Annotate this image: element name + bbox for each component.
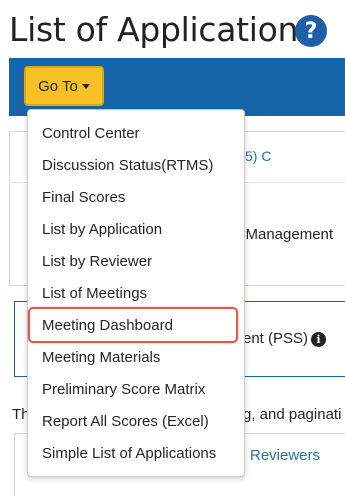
menu-item-list-of-meetings[interactable]: List of Meetings [42,284,147,304]
menu-item-discussion-status[interactable]: Discussion Status(RTMS) [42,156,213,176]
pss-text: ent (PSS) [243,330,309,347]
instruction-text-end: g, and paginati [243,406,342,423]
menu-item-report-all-scores[interactable]: Report All Scores (Excel) [42,412,209,432]
goto-button[interactable]: Go To [24,66,104,106]
menu-item-preliminary-score-matrix[interactable]: Preliminary Score Matrix [42,380,205,400]
help-icon[interactable]: ? [295,15,327,47]
menu-item-list-by-reviewer[interactable]: List by Reviewer [42,252,152,272]
reviewers-link[interactable]: Reviewers [250,447,320,464]
menu-item-meeting-materials[interactable]: Meeting Materials [42,348,160,368]
menu-item-control-center[interactable]: Control Center [42,124,140,144]
menu-item-simple-list-of-applications[interactable]: Simple List of Applications [42,444,216,464]
goto-dropdown-menu: Control Center Discussion Status(RTMS) F… [27,109,245,477]
info-icon[interactable]: i [311,332,326,347]
goto-label: Go To [38,77,78,95]
menu-item-list-by-application[interactable]: List by Application [42,220,162,240]
caret-down-icon [81,83,90,89]
management-text: l Management [238,226,334,243]
menu-item-meeting-dashboard[interactable]: Meeting Dashboard [42,316,173,336]
background-link[interactable]: 5) C [245,148,271,164]
menu-item-final-scores[interactable]: Final Scores [42,188,125,208]
page-title: List of Applications [9,10,316,49]
